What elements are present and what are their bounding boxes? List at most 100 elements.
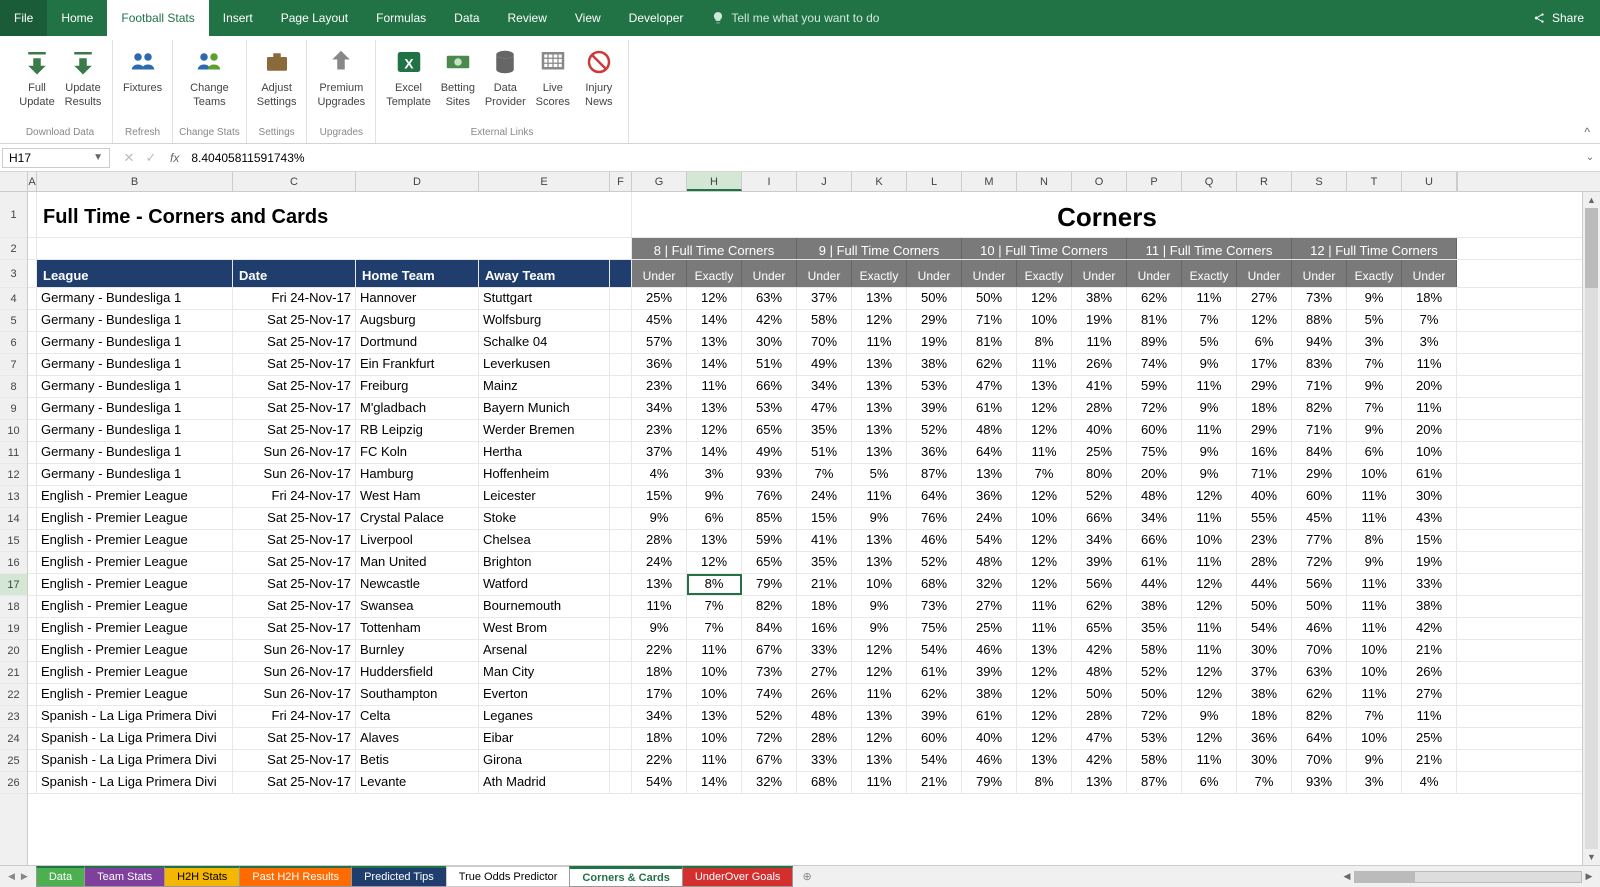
cell-T22[interactable]: 11% bbox=[1347, 684, 1402, 705]
cell-U16[interactable]: 19% bbox=[1402, 552, 1457, 573]
cancel-formula-icon[interactable]: ✕ bbox=[120, 150, 138, 166]
cell-date-10[interactable]: Sat 25-Nov-17 bbox=[233, 420, 356, 441]
tab-data[interactable]: Data bbox=[440, 0, 493, 36]
cell-U7[interactable]: 11% bbox=[1402, 354, 1457, 375]
cell-P5[interactable]: 81% bbox=[1127, 310, 1182, 331]
cell-H4[interactable]: 12% bbox=[687, 288, 742, 309]
cell-N12[interactable]: 7% bbox=[1017, 464, 1072, 485]
cell-M20[interactable]: 46% bbox=[962, 640, 1017, 661]
cell-U4[interactable]: 18% bbox=[1402, 288, 1457, 309]
cell-K4[interactable]: 13% bbox=[852, 288, 907, 309]
cell-H18[interactable]: 7% bbox=[687, 596, 742, 617]
cell-R18[interactable]: 50% bbox=[1237, 596, 1292, 617]
row-header-9[interactable]: 9 bbox=[0, 398, 27, 420]
cell-P11[interactable]: 75% bbox=[1127, 442, 1182, 463]
cell-J6[interactable]: 70% bbox=[797, 332, 852, 353]
cell-R15[interactable]: 23% bbox=[1237, 530, 1292, 551]
cell-J19[interactable]: 16% bbox=[797, 618, 852, 639]
cell-T5[interactable]: 5% bbox=[1347, 310, 1402, 331]
cell-away-17[interactable]: Watford bbox=[479, 574, 610, 595]
cell-U24[interactable]: 25% bbox=[1402, 728, 1457, 749]
cell-league-26[interactable]: Spanish - La Liga Primera Divi bbox=[37, 772, 233, 793]
cell-O10[interactable]: 40% bbox=[1072, 420, 1127, 441]
injury-news-button[interactable]: Injury News bbox=[576, 42, 622, 112]
cell-T24[interactable]: 10% bbox=[1347, 728, 1402, 749]
cell-R26[interactable]: 7% bbox=[1237, 772, 1292, 793]
cell-away-12[interactable]: Hoffenheim bbox=[479, 464, 610, 485]
cell-R9[interactable]: 18% bbox=[1237, 398, 1292, 419]
cell-G13[interactable]: 15% bbox=[632, 486, 687, 507]
fx-icon[interactable]: fx bbox=[170, 151, 185, 165]
cell-home-19[interactable]: Tottenham bbox=[356, 618, 479, 639]
cell-L16[interactable]: 52% bbox=[907, 552, 962, 573]
cell-home-12[interactable]: Hamburg bbox=[356, 464, 479, 485]
cell-N19[interactable]: 11% bbox=[1017, 618, 1072, 639]
cell-S12[interactable]: 29% bbox=[1292, 464, 1347, 485]
sheet-tab-underover-goals[interactable]: UnderOver Goals bbox=[682, 866, 794, 887]
cell-Q4[interactable]: 11% bbox=[1182, 288, 1237, 309]
cell-away-10[interactable]: Werder Bremen bbox=[479, 420, 610, 441]
cell-J21[interactable]: 27% bbox=[797, 662, 852, 683]
vscroll-track[interactable] bbox=[1585, 208, 1598, 849]
cell-P8[interactable]: 59% bbox=[1127, 376, 1182, 397]
cell-T20[interactable]: 10% bbox=[1347, 640, 1402, 661]
formula-input[interactable] bbox=[185, 149, 1580, 167]
cell-G26[interactable]: 54% bbox=[632, 772, 687, 793]
cell-K15[interactable]: 13% bbox=[852, 530, 907, 551]
cell-A12[interactable] bbox=[28, 464, 37, 485]
cell-home-17[interactable]: Newcastle bbox=[356, 574, 479, 595]
col-header-H[interactable]: H bbox=[687, 172, 742, 191]
cell-O13[interactable]: 52% bbox=[1072, 486, 1127, 507]
cell-J23[interactable]: 48% bbox=[797, 706, 852, 727]
cell-J16[interactable]: 35% bbox=[797, 552, 852, 573]
share-button[interactable]: Share bbox=[1516, 0, 1600, 36]
cell-L25[interactable]: 54% bbox=[907, 750, 962, 771]
cell-F7[interactable] bbox=[610, 354, 632, 375]
col-header-E[interactable]: E bbox=[479, 172, 610, 191]
cell-O9[interactable]: 28% bbox=[1072, 398, 1127, 419]
cell-league-19[interactable]: English - Premier League bbox=[37, 618, 233, 639]
cell-K25[interactable]: 13% bbox=[852, 750, 907, 771]
cell-J5[interactable]: 58% bbox=[797, 310, 852, 331]
cell-N11[interactable]: 11% bbox=[1017, 442, 1072, 463]
cell-T11[interactable]: 6% bbox=[1347, 442, 1402, 463]
sheet-tab-predicted-tips[interactable]: Predicted Tips bbox=[351, 866, 447, 887]
col-header-B[interactable]: B bbox=[37, 172, 233, 191]
cell-N23[interactable]: 12% bbox=[1017, 706, 1072, 727]
cell-T26[interactable]: 3% bbox=[1347, 772, 1402, 793]
update-results-button[interactable]: Update Results bbox=[60, 42, 106, 112]
cell-S15[interactable]: 77% bbox=[1292, 530, 1347, 551]
cell-I7[interactable]: 51% bbox=[742, 354, 797, 375]
cell-R10[interactable]: 29% bbox=[1237, 420, 1292, 441]
row-header-24[interactable]: 24 bbox=[0, 728, 27, 750]
cell-L19[interactable]: 75% bbox=[907, 618, 962, 639]
cell-G15[interactable]: 28% bbox=[632, 530, 687, 551]
cell-O4[interactable]: 38% bbox=[1072, 288, 1127, 309]
change-teams-button[interactable]: Change Teams bbox=[186, 42, 233, 112]
cell-T8[interactable]: 9% bbox=[1347, 376, 1402, 397]
cell-F12[interactable] bbox=[610, 464, 632, 485]
cell-S10[interactable]: 71% bbox=[1292, 420, 1347, 441]
cell-home-20[interactable]: Burnley bbox=[356, 640, 479, 661]
cell-R5[interactable]: 12% bbox=[1237, 310, 1292, 331]
fixtures-button[interactable]: Fixtures bbox=[119, 42, 166, 98]
cell-M23[interactable]: 61% bbox=[962, 706, 1017, 727]
cell-T17[interactable]: 11% bbox=[1347, 574, 1402, 595]
cell-I24[interactable]: 72% bbox=[742, 728, 797, 749]
cell-A18[interactable] bbox=[28, 596, 37, 617]
cell-I19[interactable]: 84% bbox=[742, 618, 797, 639]
cell-league-17[interactable]: English - Premier League bbox=[37, 574, 233, 595]
col-header-Q[interactable]: Q bbox=[1182, 172, 1237, 191]
cell-G10[interactable]: 23% bbox=[632, 420, 687, 441]
cell-league-18[interactable]: English - Premier League bbox=[37, 596, 233, 617]
cell-K26[interactable]: 11% bbox=[852, 772, 907, 793]
cell-U6[interactable]: 3% bbox=[1402, 332, 1457, 353]
cell-Q8[interactable]: 11% bbox=[1182, 376, 1237, 397]
cell-P18[interactable]: 38% bbox=[1127, 596, 1182, 617]
row-header-17[interactable]: 17 bbox=[0, 574, 27, 596]
cell-J18[interactable]: 18% bbox=[797, 596, 852, 617]
tab-football-stats[interactable]: Football Stats bbox=[107, 0, 208, 36]
cell-N21[interactable]: 12% bbox=[1017, 662, 1072, 683]
cell-F9[interactable] bbox=[610, 398, 632, 419]
cell-G12[interactable]: 4% bbox=[632, 464, 687, 485]
